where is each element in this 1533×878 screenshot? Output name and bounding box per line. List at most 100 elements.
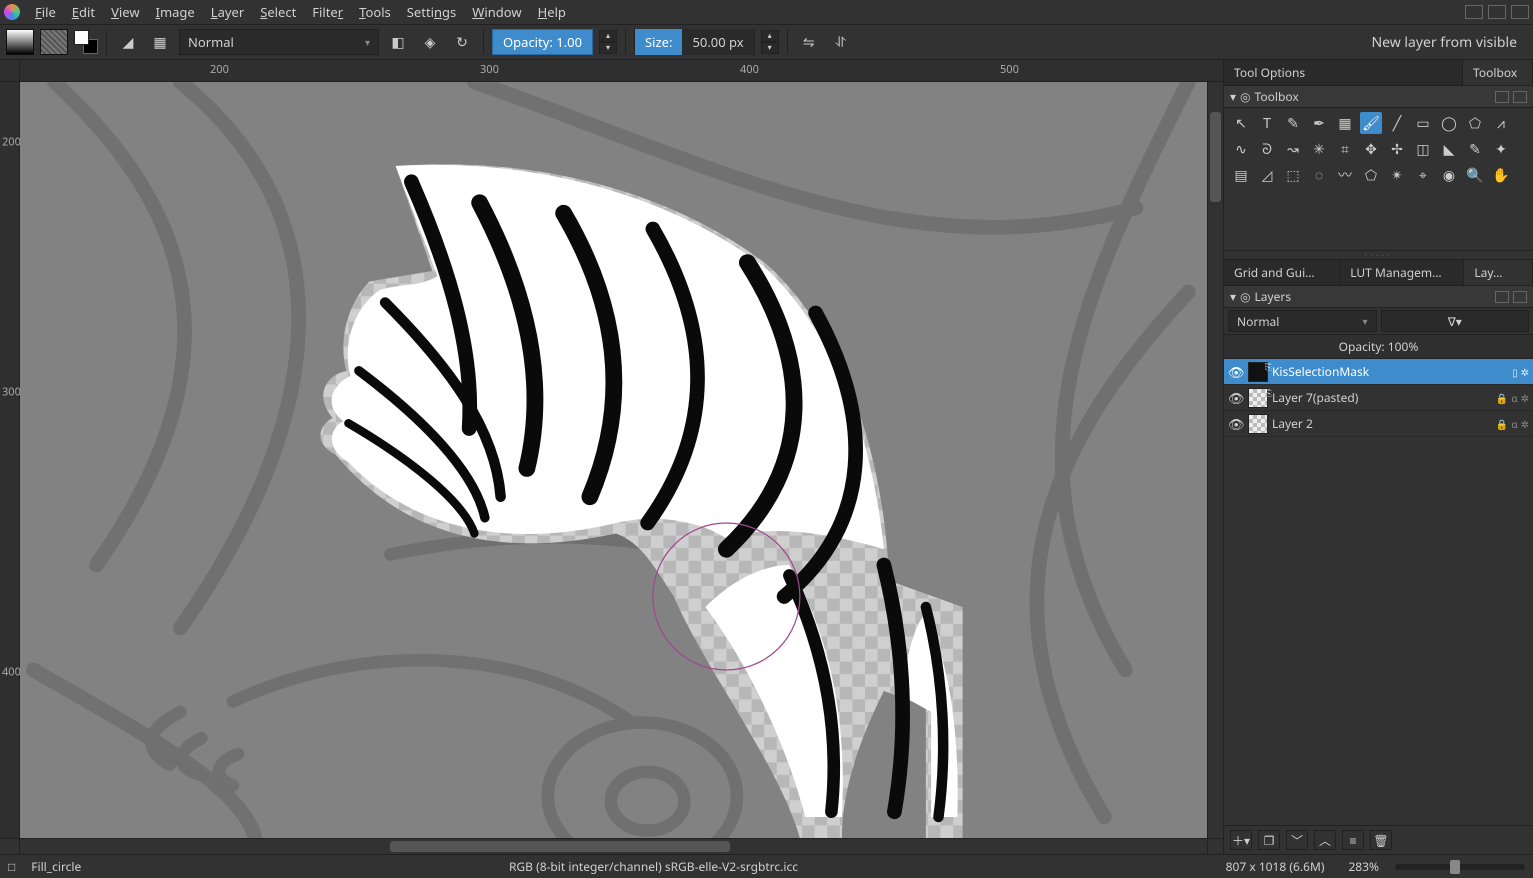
layer-locks[interactable]: 🔒α✲	[1496, 391, 1529, 405]
move-layer-down-button[interactable]: ﹀	[1286, 830, 1308, 850]
visibility-toggle[interactable]: 👁	[1228, 415, 1244, 433]
vertical-scrollbar[interactable]	[1207, 82, 1223, 838]
dynamic-brush-tool[interactable]: ↝	[1282, 138, 1304, 160]
measure-tool[interactable]: ◿	[1256, 164, 1278, 186]
color-picker-tool[interactable]: ✎	[1464, 138, 1486, 160]
ellipse-tool[interactable]: ◯	[1438, 112, 1460, 134]
dock-splitter[interactable]: ·····	[1224, 250, 1533, 260]
polygonal-select-tool[interactable]: ⬠	[1360, 164, 1382, 186]
menu-edit[interactable]: Edit	[65, 1, 102, 23]
reload-preset-button[interactable]: ↻	[449, 29, 475, 55]
menu-view[interactable]: View	[104, 1, 146, 23]
brush-editor-button[interactable]: ◢	[115, 29, 141, 55]
fill-tool[interactable]: ◣	[1438, 138, 1460, 160]
polyline-tool[interactable]: ⩘	[1490, 112, 1512, 134]
visibility-toggle[interactable]: 👁	[1228, 363, 1244, 381]
layer-locks[interactable]: ▯✲	[1512, 365, 1529, 379]
transform-tool[interactable]: ✥	[1360, 138, 1382, 160]
brush-presets-button[interactable]: ▦	[147, 29, 173, 55]
text-tool[interactable]: T	[1256, 112, 1278, 134]
move-layer-up-button[interactable]: ︿	[1314, 830, 1336, 850]
pattern-edit-tool[interactable]: ▦	[1334, 112, 1356, 134]
pan-tool[interactable]: ✋	[1490, 164, 1512, 186]
menu-tools[interactable]: Tools	[352, 1, 398, 23]
tab-tool-options[interactable]: Tool Options	[1224, 60, 1463, 85]
size-slider[interactable]: Size: 50.00 px	[634, 29, 755, 55]
zoom-tool[interactable]: 🔍	[1464, 164, 1486, 186]
layer-opacity-slider[interactable]: Opacity: 100%	[1224, 335, 1533, 359]
ellipse-select-tool[interactable]: ◌	[1308, 164, 1330, 186]
rectangle-tool[interactable]: ▭	[1412, 112, 1434, 134]
zoom-slider[interactable]	[1395, 864, 1525, 870]
menu-image[interactable]: Image	[149, 1, 202, 23]
bezier-tool[interactable]: ∿	[1230, 138, 1252, 160]
horizontal-ruler[interactable]: 200 300 400 500	[20, 60, 1223, 81]
menu-select[interactable]: Select	[253, 1, 303, 23]
dock-float-button[interactable]	[1495, 91, 1509, 103]
pattern-preset-button[interactable]	[40, 29, 68, 55]
freehand-path-tool[interactable]: ᘐ	[1256, 138, 1278, 160]
vertical-ruler[interactable]: 200 300 400	[0, 82, 20, 838]
visibility-toggle[interactable]: 👁	[1228, 389, 1244, 407]
tab-lut-management[interactable]: LUT Managem…	[1340, 260, 1464, 285]
layer-properties-button[interactable]: ≡	[1342, 830, 1364, 850]
menu-filter[interactable]: Filter	[305, 1, 350, 23]
gradient-tool[interactable]: ▤	[1230, 164, 1252, 186]
bezier-select-tool[interactable]: ◉	[1438, 164, 1460, 186]
opacity-slider[interactable]: Opacity: 1.00	[492, 29, 593, 55]
layer-locks[interactable]: 🔒α✲	[1496, 417, 1529, 431]
horizontal-scrollbar[interactable]	[20, 839, 1207, 854]
layer-filter-button[interactable]: ∇▾	[1381, 310, 1530, 332]
layer-list: 👁 ⎘ KisSelectionMask ▯✲ 👁 ⎘ Layer 7(past…	[1224, 359, 1533, 825]
dock-close-button[interactable]	[1513, 91, 1527, 103]
delete-layer-button[interactable]: 🗑	[1370, 830, 1392, 850]
menu-file[interactable]: File	[28, 1, 63, 23]
window-maximize-button[interactable]	[1488, 5, 1506, 19]
add-layer-button[interactable]: ＋▾	[1230, 830, 1252, 850]
rect-select-tool[interactable]: ⬚	[1282, 164, 1304, 186]
layer-row[interactable]: 👁 ⎘ KisSelectionMask ▯✲	[1224, 359, 1533, 385]
perspective-tool[interactable]: ◫	[1412, 138, 1434, 160]
layer-blend-combo[interactable]: Normal ▾	[1228, 310, 1377, 332]
dock-float-button[interactable]	[1495, 291, 1509, 303]
polygon-tool[interactable]: ⬠	[1464, 112, 1486, 134]
layer-row[interactable]: 👁 ⎘ Layer 7(pasted) 🔒α✲	[1224, 385, 1533, 411]
duplicate-layer-button[interactable]: ❐	[1258, 830, 1280, 850]
toolbox-grid: ↖ T ✎ ✒ ▦ 🖌 ╱ ▭ ◯ ⬠ ⩘ ∿ ᘐ ↝ ✳ ⌗ ✥ ✢ ◫ ◣ …	[1224, 108, 1533, 190]
menu-layer[interactable]: Layer	[204, 1, 251, 23]
menu-help[interactable]: Help	[531, 1, 573, 23]
window-minimize-button[interactable]	[1465, 5, 1483, 19]
menu-settings[interactable]: Settings	[400, 1, 464, 23]
mirror-horizontal-button[interactable]: ⇋	[796, 29, 822, 55]
mirror-vertical-button[interactable]: ⥯	[828, 29, 854, 55]
tab-layers[interactable]: Lay…	[1464, 260, 1533, 285]
crop-tool[interactable]: ⌗	[1334, 138, 1356, 160]
similar-select-tool[interactable]: ⌖	[1412, 164, 1434, 186]
gradient-preset-button[interactable]	[6, 29, 34, 55]
move-layer-tool[interactable]: ✢	[1386, 138, 1408, 160]
tab-toolbox[interactable]: Toolbox	[1463, 60, 1533, 85]
zoom-level[interactable]: 283%	[1340, 858, 1387, 875]
color-swatch[interactable]	[74, 30, 98, 54]
window-close-button[interactable]	[1511, 5, 1529, 19]
alpha-lock-button[interactable]: ◈	[417, 29, 443, 55]
layer-row[interactable]: 👁 Layer 2 🔒α✲	[1224, 411, 1533, 437]
freehand-select-tool[interactable]: 〰	[1334, 164, 1356, 186]
dock-close-button[interactable]	[1513, 291, 1527, 303]
edit-shapes-tool[interactable]: ✎	[1282, 112, 1304, 134]
opacity-spinner[interactable]: ▴▾	[599, 30, 617, 54]
line-tool[interactable]: ╱	[1386, 112, 1408, 134]
calligraphy-tool[interactable]: ✒	[1308, 112, 1330, 134]
blend-mode-combo[interactable]: Normal ▾	[179, 29, 379, 55]
brush-tool[interactable]: 🖌	[1360, 112, 1382, 134]
canvas[interactable]	[20, 82, 1207, 838]
tab-grid-guides[interactable]: Grid and Gui…	[1224, 260, 1340, 285]
smart-patch-tool[interactable]: ✦	[1490, 138, 1512, 160]
ruler-origin[interactable]	[0, 60, 20, 81]
eraser-toggle-button[interactable]: ◧	[385, 29, 411, 55]
multibrush-tool[interactable]: ✳	[1308, 138, 1330, 160]
menu-window[interactable]: Window	[465, 1, 528, 23]
contiguous-select-tool[interactable]: ✴	[1386, 164, 1408, 186]
size-spinner[interactable]: ▴▾	[761, 30, 779, 54]
move-tool[interactable]: ↖	[1230, 112, 1252, 134]
